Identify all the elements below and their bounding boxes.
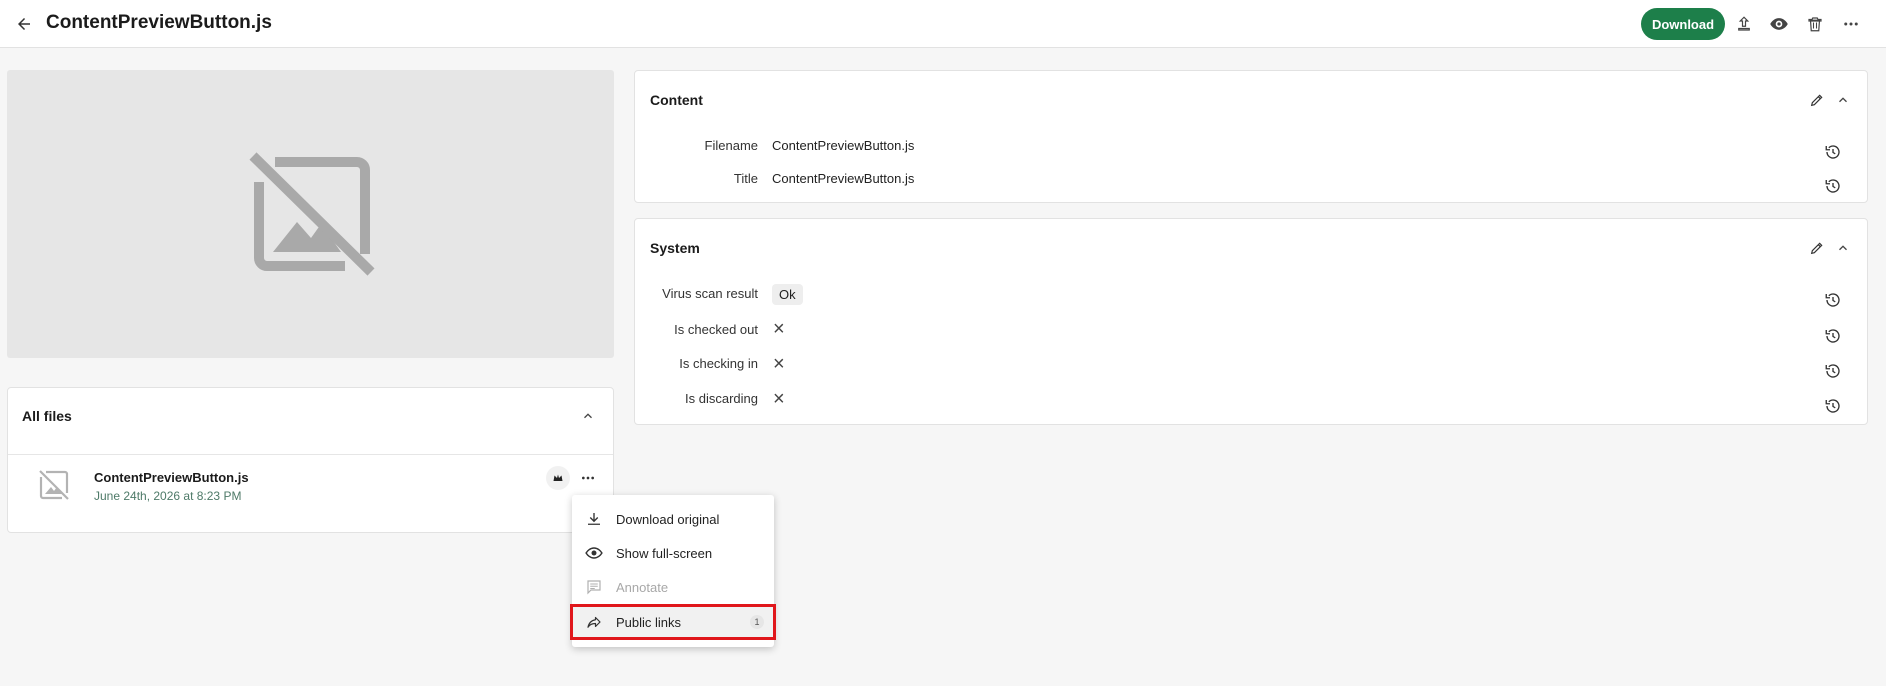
virus-scan-status-badge: Ok	[772, 284, 803, 305]
field-label-title: Title	[733, 171, 758, 186]
edit-system-button[interactable]	[1806, 237, 1828, 259]
file-name: ContentPreviewButton.js	[94, 470, 249, 485]
close-icon: ×	[773, 353, 785, 375]
page-title: ContentPreviewButton.js	[46, 12, 272, 33]
download-button[interactable]: Download	[1641, 8, 1725, 40]
menu-item-public-links[interactable]: Public links 1	[570, 604, 776, 640]
history-button-title[interactable]	[1822, 175, 1844, 197]
history-button-virus-scan[interactable]	[1822, 289, 1844, 311]
chevron-up-icon	[1839, 97, 1847, 103]
menu-item-show-full-screen[interactable]: Show full-screen	[572, 537, 774, 569]
share-arrow-icon	[584, 612, 604, 632]
history-button-checking-in[interactable]	[1822, 360, 1844, 382]
preview-button[interactable]	[1767, 12, 1791, 36]
menu-item-annotate: Annotate	[572, 571, 774, 603]
upload-button[interactable]	[1732, 12, 1756, 36]
field-value-filename: ContentPreviewButton.js	[772, 138, 915, 153]
more-horizontal-icon	[582, 476, 594, 480]
edit-content-button[interactable]	[1806, 89, 1828, 111]
field-value-title: ContentPreviewButton.js	[772, 171, 915, 186]
history-icon	[1825, 364, 1840, 378]
primary-version-badge	[546, 466, 570, 490]
back-button[interactable]	[12, 12, 36, 36]
more-actions-button[interactable]	[1839, 12, 1863, 36]
pencil-icon	[1810, 242, 1823, 255]
eye-icon	[1770, 18, 1788, 30]
trash-icon	[1808, 17, 1822, 32]
collapse-files-button[interactable]	[577, 405, 599, 427]
history-icon	[1825, 329, 1840, 343]
eye-icon	[584, 543, 604, 563]
public-links-count-badge: 1	[750, 615, 764, 629]
delete-button[interactable]	[1803, 12, 1827, 36]
system-card-title: System	[650, 240, 700, 256]
file-thumbnail-icon	[39, 470, 69, 500]
content-card-title: Content	[650, 92, 703, 108]
collapse-content-button[interactable]	[1832, 89, 1854, 111]
file-context-menu: Download original Show full-screen Annot…	[570, 495, 776, 647]
field-label-filename: Filename	[704, 138, 758, 153]
file-more-button[interactable]	[576, 466, 600, 490]
menu-item-label: Show full-screen	[616, 545, 713, 561]
field-label-discarding: Is discarding	[685, 391, 758, 406]
field-label-checking-in: Is checking in	[679, 356, 758, 371]
crown-icon	[553, 474, 563, 481]
collapse-system-button[interactable]	[1832, 237, 1854, 259]
menu-item-download-original[interactable]: Download original	[572, 503, 774, 535]
history-icon	[1825, 293, 1840, 307]
close-icon: ×	[773, 318, 785, 340]
pencil-icon	[1810, 94, 1823, 107]
history-button-checked-out[interactable]	[1822, 325, 1844, 347]
menu-item-label: Public links	[616, 614, 682, 630]
more-horizontal-icon	[1844, 22, 1858, 26]
field-label-checked-out: Is checked out	[674, 322, 758, 337]
field-label-virus-scan: Virus scan result	[662, 286, 758, 301]
history-button-filename[interactable]	[1822, 141, 1844, 163]
chevron-up-icon	[584, 413, 592, 419]
file-date: June 24th, 2026 at 8:23 PM	[94, 489, 242, 503]
history-icon	[1825, 179, 1840, 193]
all-files-title: All files	[22, 408, 72, 424]
file-preview	[7, 70, 614, 358]
history-button-discarding[interactable]	[1822, 395, 1844, 417]
history-icon	[1825, 399, 1840, 413]
comment-icon	[584, 577, 604, 597]
menu-item-label: Download original	[616, 511, 720, 527]
close-icon: ×	[773, 388, 785, 410]
history-icon	[1825, 145, 1840, 159]
chevron-up-icon	[1839, 245, 1847, 251]
system-card	[634, 218, 1868, 425]
image-not-available-icon	[249, 152, 375, 276]
menu-item-label: Annotate	[616, 579, 669, 595]
upload-icon	[1738, 16, 1750, 31]
back-arrow-icon	[18, 18, 30, 30]
download-icon	[584, 509, 604, 529]
top-bar: ContentPreviewButton.js Download	[0, 0, 1886, 48]
